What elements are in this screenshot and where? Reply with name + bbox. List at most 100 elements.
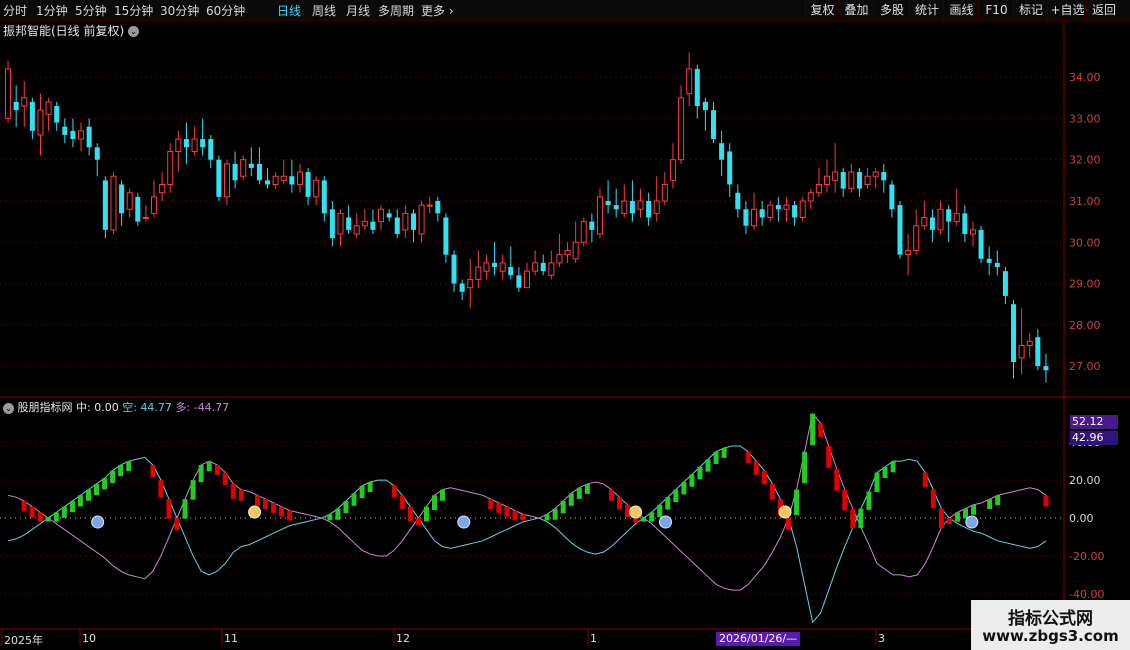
candle-body-down [248,163,254,168]
ind-step-bar [287,510,293,521]
watermark-url: www.zbgs3.com [982,627,1119,645]
candle-body-down [265,180,271,185]
candle-body-up [353,225,360,235]
ind-step-bar [431,495,437,511]
ind-step-bar [504,506,510,517]
ind-step-bar [158,480,164,498]
candle-body-up [37,109,44,136]
candle-body-down [719,143,725,160]
ind-step-bar [367,482,373,493]
candle-body-up [110,175,117,231]
candle-body-up [45,101,52,115]
ind-step-bar [94,483,100,496]
candle-body-down [856,172,862,189]
candle-body-up [799,200,806,218]
candle-body-up [313,179,320,198]
ind-step-bar [954,512,960,522]
candle-body-up [532,262,539,272]
candle-body-up [572,241,579,260]
x-axis-label-0: 2025年 [4,634,43,647]
ind-step-bar [769,483,775,500]
ind-step-bar [182,499,188,519]
candle-body-down [256,163,262,181]
candle-body-up [150,196,158,214]
ind-step-bar [263,499,268,510]
ind-step-bar [761,470,767,485]
ind-step-bar [576,487,582,499]
ind-step-bar [150,464,156,478]
candle-body-up [5,68,12,119]
candle-body-down [29,101,35,131]
candle-body-down [54,106,60,123]
candle-body-down [183,139,189,148]
ind-step-bar [327,514,333,521]
candle-body-up [783,204,790,210]
ind-step-bar [834,468,840,491]
stock-chart[interactable]: 34.0033.0032.0031.0030.0029.0028.0027.00… [0,0,1130,650]
ind-step-bar [440,489,446,501]
candle-body-up [596,196,603,235]
candle-body-down [889,184,895,210]
ind-step-bar [190,480,196,500]
candle-body-up [864,175,871,185]
ind-tick-label: 0.00 [1069,512,1094,525]
candle-body-up [1026,340,1033,346]
candle-body-down [119,184,125,214]
money-bag-icon [248,505,262,519]
ind-step-bar [45,518,51,522]
ind-step-bar [415,518,421,526]
ind-tick-label: -40.00 [1069,588,1104,601]
ind-step-bar [520,514,526,521]
ind-step-bar [1043,495,1049,507]
ind-step-bar [77,495,83,507]
candle-body-up [653,200,660,214]
candle-body-down [135,196,141,222]
candle-body-up [637,200,644,210]
ind-step-bar [166,499,172,519]
candle-body-up [167,150,174,185]
ind-step-bar [971,504,977,515]
ind-step-bar [351,493,357,506]
candle-body-down [443,217,449,255]
ind-step-bar [987,499,993,510]
candle-body-down [102,180,108,230]
candle-body-up [969,229,976,235]
candle-body-up [175,138,182,152]
candle-body-up [580,221,587,243]
candle-body-up [159,183,166,194]
ind-step-bar [254,495,260,506]
candle-body-down [735,192,741,210]
ind-step-bar [214,464,220,475]
ind-step-bar [126,461,132,472]
candle-body-up [678,97,685,161]
candle-body-up [378,208,385,223]
price-tick-label: 33.00 [1069,112,1101,125]
ind-step-bar [963,508,969,519]
candle-body-up [548,262,555,276]
candle-body-up [523,270,531,289]
candle-body-down [540,262,546,272]
ind-step-bar [391,485,397,498]
candle-body-down [508,267,514,276]
candle-body-down [13,101,19,111]
candle-body-up [240,159,247,177]
candle-body-up [21,97,28,107]
candle-body-down [881,172,887,181]
candle-body-up [815,183,822,194]
candle-body-up [621,200,628,214]
candle-body-up [686,68,693,95]
ind-step-bar [810,413,816,446]
ind-step-bar [53,512,59,522]
ind-step-bar [584,483,590,494]
ind-step-bar [665,497,671,510]
ind-step-bar [858,508,864,529]
candle-body-down [589,221,595,230]
sad-face-icon [457,515,471,529]
ind-step-bar [206,461,212,472]
candle-body-down [710,110,717,140]
candle-body-down [492,262,498,268]
ind-step-bar [198,464,204,483]
x-axis-label-4: 1 [590,632,597,645]
candle-body-up [126,192,133,210]
candle-body-up [921,217,928,227]
